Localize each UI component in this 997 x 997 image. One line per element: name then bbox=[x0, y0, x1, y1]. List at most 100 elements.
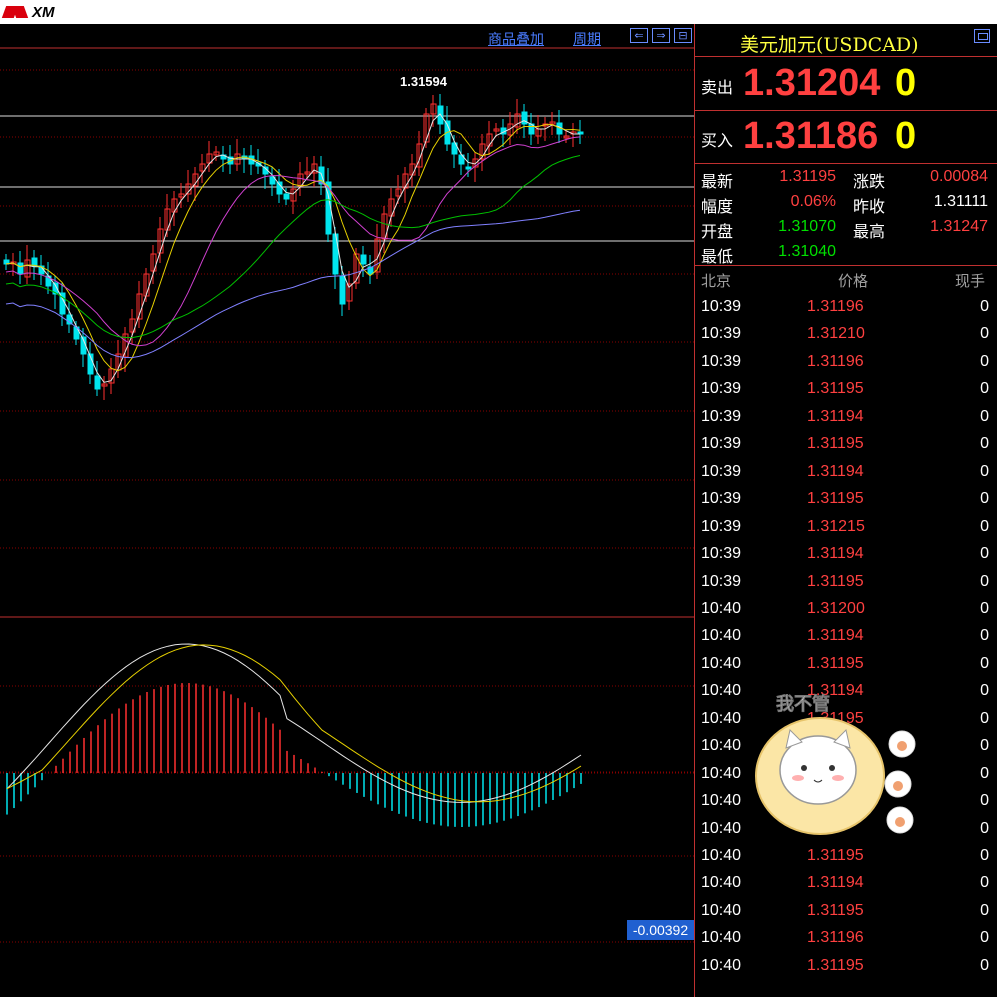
tick-time: 10:39 bbox=[701, 545, 742, 563]
tick-time: 10:40 bbox=[701, 901, 742, 919]
high-value: 1.31247 bbox=[930, 218, 988, 235]
tick-time: 10:40 bbox=[701, 764, 742, 782]
tick-time: 10:39 bbox=[701, 490, 742, 508]
tick-price: 1.31195 bbox=[807, 435, 864, 453]
tick-volume: 0 bbox=[980, 545, 989, 563]
tick-volume: 0 bbox=[980, 792, 989, 810]
tick-volume: 0 bbox=[980, 654, 989, 672]
tick-price: 1.31195 bbox=[807, 901, 864, 919]
ma-line-purple bbox=[5, 209, 581, 359]
buy-price: 1.31186 bbox=[743, 115, 879, 157]
tick-row: 10:40 1.31195 0 bbox=[695, 843, 997, 870]
tick-time: 10:40 bbox=[701, 819, 742, 837]
xm-logo-icon bbox=[2, 4, 30, 20]
tick-row: 10:39 1.31194 0 bbox=[695, 459, 997, 486]
cat-sticker: 我不管 bbox=[752, 688, 922, 838]
tick-time: 10:39 bbox=[701, 462, 742, 480]
tick-price: 1.31195 bbox=[807, 654, 864, 672]
tick-price: 1.31195 bbox=[807, 380, 864, 398]
tick-price: 1.31215 bbox=[807, 517, 865, 535]
tick-price: 1.31196 bbox=[807, 929, 864, 947]
tick-row: 10:39 1.31196 0 bbox=[695, 349, 997, 376]
symbol-title: 美元加元(USDCAD) bbox=[740, 34, 919, 56]
tick-time: 10:39 bbox=[701, 352, 742, 370]
tick-row: 10:40 1.31195 0 bbox=[695, 651, 997, 678]
tick-row: 10:40 1.31196 0 bbox=[695, 925, 997, 952]
sticker-caption: 我不管 bbox=[776, 694, 831, 716]
high-label: 最高 bbox=[853, 222, 886, 241]
candle-body bbox=[465, 166, 472, 170]
candle-body bbox=[360, 254, 367, 265]
xm-logo-text: XM bbox=[32, 3, 55, 21]
tick-row: 10:40 1.31195 0 bbox=[695, 953, 997, 980]
range-value: 0.06% bbox=[790, 193, 836, 210]
tick-time: 10:39 bbox=[701, 435, 742, 453]
tick-header-price: 价格 bbox=[838, 272, 869, 290]
candlesticks bbox=[3, 94, 584, 400]
app-header: XM bbox=[0, 0, 997, 24]
tick-volume: 0 bbox=[980, 462, 989, 480]
open-label: 开盘 bbox=[701, 222, 734, 241]
tick-row: 10:40 1.31200 0 bbox=[695, 596, 997, 623]
tick-price: 1.31194 bbox=[807, 874, 864, 892]
tick-price: 1.31196 bbox=[807, 352, 864, 370]
moving-averages bbox=[5, 113, 581, 383]
xm-logo: XM bbox=[2, 2, 55, 22]
tick-price: 1.31196 bbox=[807, 298, 864, 315]
tick-time: 10:40 bbox=[701, 792, 742, 810]
low-label: 最低 bbox=[701, 247, 734, 266]
tick-price: 1.31195 bbox=[807, 572, 864, 590]
tick-time: 10:39 bbox=[701, 298, 742, 315]
tick-volume: 0 bbox=[980, 407, 989, 425]
tick-time: 10:40 bbox=[701, 737, 742, 755]
tick-row: 10:39 1.31195 0 bbox=[695, 486, 997, 513]
tick-price: 1.31195 bbox=[807, 956, 864, 974]
tick-volume: 0 bbox=[980, 709, 989, 727]
tick-time: 10:40 bbox=[701, 847, 742, 864]
divider bbox=[695, 110, 997, 111]
tick-price: 1.31194 bbox=[807, 462, 864, 480]
chart-area[interactable]: 1.31594 bbox=[0, 24, 694, 997]
tick-time: 10:39 bbox=[701, 407, 742, 425]
buy-label: 买入 bbox=[701, 131, 734, 150]
tick-time: 10:40 bbox=[701, 599, 742, 617]
change-label: 涨跌 bbox=[853, 172, 886, 191]
tick-price: 1.31194 bbox=[807, 407, 864, 425]
tick-row: 10:40 1.31195 0 bbox=[695, 898, 997, 925]
price-chart[interactable] bbox=[0, 24, 694, 997]
candle-body bbox=[283, 193, 290, 200]
scroll-left-button[interactable]: ⇐ bbox=[630, 28, 648, 43]
restore-window-icon[interactable] bbox=[974, 29, 990, 43]
tick-time: 10:40 bbox=[701, 956, 742, 974]
tick-header-time: 北京 bbox=[701, 272, 732, 290]
prev-close-value: 1.31111 bbox=[933, 193, 988, 210]
tick-price: 1.31194 bbox=[807, 627, 864, 645]
tick-volume: 0 bbox=[980, 325, 989, 343]
macd-dif-line bbox=[6, 643, 582, 803]
split-view-button[interactable]: ⊟ bbox=[674, 28, 692, 43]
period-button[interactable]: 周期 bbox=[573, 29, 601, 49]
sell-price: 1.31204 bbox=[743, 62, 881, 104]
tick-row: 10:39 1.31196 0 bbox=[695, 294, 997, 321]
candle-body bbox=[17, 262, 24, 275]
tick-time: 10:39 bbox=[701, 572, 742, 590]
tick-volume: 0 bbox=[980, 737, 989, 755]
tick-time: 10:39 bbox=[701, 325, 742, 343]
tick-volume: 0 bbox=[980, 490, 989, 508]
overlay-button[interactable]: 商品叠加 bbox=[488, 29, 544, 49]
sell-volume: 0 bbox=[895, 62, 917, 104]
scroll-right-button[interactable]: ⇒ bbox=[652, 28, 670, 43]
tick-row: 10:39 1.31194 0 bbox=[695, 541, 997, 568]
tick-row: 10:40 1.31194 0 bbox=[695, 623, 997, 650]
tick-volume: 0 bbox=[980, 435, 989, 453]
tick-row: 10:39 1.31210 0 bbox=[695, 321, 997, 348]
tick-volume: 0 bbox=[980, 298, 989, 315]
macd-panel bbox=[0, 643, 694, 827]
open-value: 1.31070 bbox=[778, 218, 836, 235]
latest-value: 1.31195 bbox=[779, 168, 836, 185]
tick-row: 10:39 1.31215 0 bbox=[695, 514, 997, 541]
tick-volume: 0 bbox=[980, 901, 989, 919]
candle-body bbox=[339, 275, 346, 305]
tick-price: 1.31195 bbox=[807, 847, 864, 864]
sell-quote-row: 卖出 1.31204 0 bbox=[695, 60, 997, 110]
